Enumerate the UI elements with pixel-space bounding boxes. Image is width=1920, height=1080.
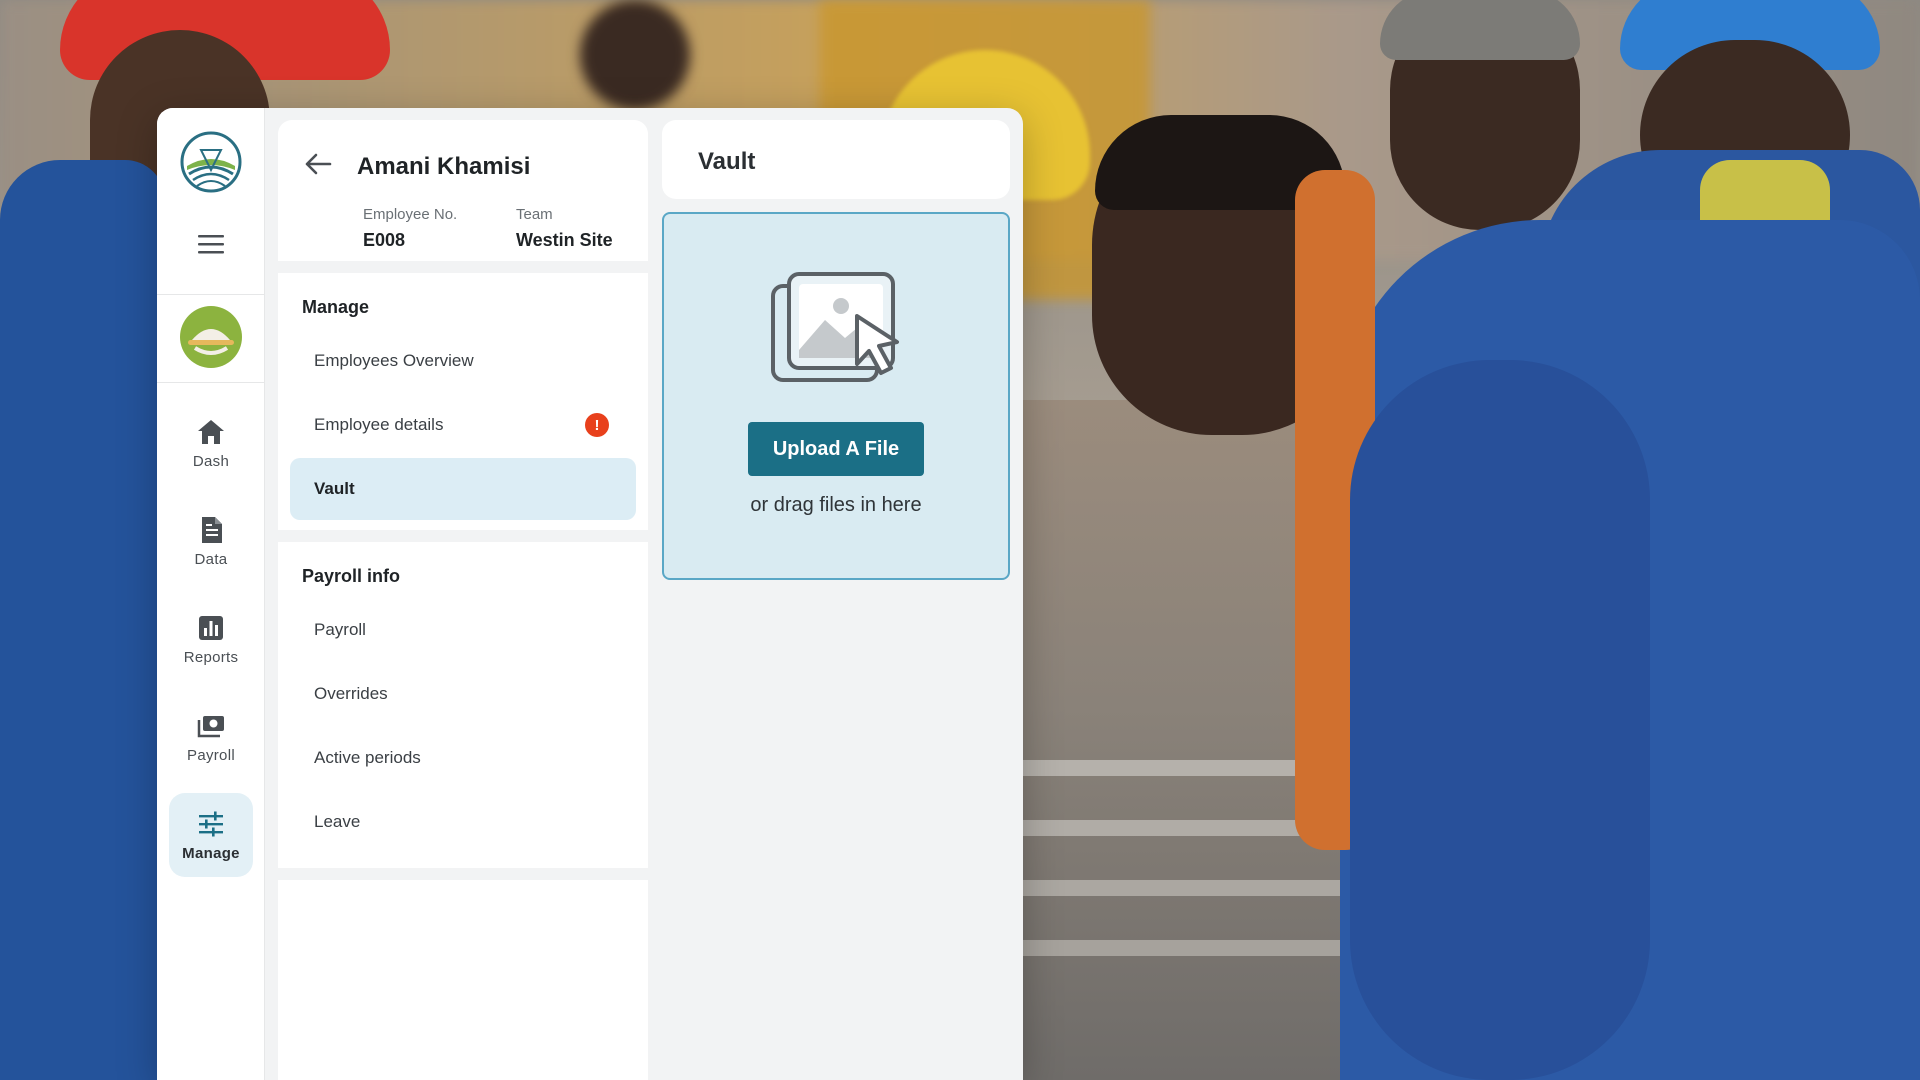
hamburger-icon [198, 235, 224, 254]
cash-icon [197, 715, 224, 737]
menu-item-label: Active periods [314, 748, 421, 767]
menu-item-label: Employees Overview [314, 351, 474, 370]
employee-number: E008 [363, 230, 406, 250]
menu-item-label: Overrides [314, 684, 388, 703]
back-button[interactable] [302, 148, 334, 180]
payroll-info-section: Payroll info Payroll Overrides Active pe… [278, 542, 648, 868]
menu-item-label: Vault [314, 479, 355, 498]
brand-logo [180, 131, 242, 193]
nav-manage-label: Manage [182, 844, 240, 862]
drag-hint: or drag files in here [750, 494, 922, 516]
nav-reports-label: Reports [183, 648, 239, 666]
nav-data[interactable]: Data [169, 499, 253, 583]
organization-avatar[interactable] [180, 306, 242, 368]
employee-header: Amani Khamisi Employee No. E008 Team Wes… [278, 120, 648, 261]
menu-item-active-periods[interactable]: Active periods [290, 727, 636, 789]
upload-image-icon [771, 272, 899, 382]
menu-item-employees-overview[interactable]: Employees Overview [290, 330, 636, 392]
menu-item-leave[interactable]: Leave [290, 791, 636, 853]
nav-rail: Dash Data Reports Payroll Manage [157, 108, 265, 1080]
menu-item-label: Employee details [314, 415, 444, 434]
manage-section: Manage Employees Overview Employee detai… [278, 273, 648, 530]
rail-divider [157, 382, 265, 383]
file-dropzone[interactable]: Upload A File or drag files in here [662, 212, 1010, 580]
menu-item-overrides[interactable]: Overrides [290, 663, 636, 725]
payroll-info-title: Payroll info [302, 566, 401, 586]
upload-file-button[interactable]: Upload A File [748, 422, 924, 476]
hamburger-menu-button[interactable] [193, 226, 229, 262]
menu-item-vault[interactable]: Vault [290, 458, 636, 520]
vault-title: Vault [698, 148, 756, 175]
menu-item-employee-details[interactable]: Employee details ! [290, 394, 636, 456]
menu-item-label: Payroll [314, 620, 366, 639]
employee-panel: Amani Khamisi Employee No. E008 Team Wes… [278, 120, 648, 1080]
nav-payroll-label: Payroll [187, 746, 235, 764]
menu-item-payroll[interactable]: Payroll [290, 599, 636, 661]
nav-reports[interactable]: Reports [169, 597, 253, 681]
employee-name: Amani Khamisi [357, 153, 531, 180]
vault-header: Vault [662, 120, 1010, 199]
app-window: Dash Data Reports Payroll Manage Amani K… [157, 108, 1023, 1080]
team-value: Westin Site [516, 230, 613, 250]
manage-section-title: Manage [302, 297, 370, 317]
panel-filler [278, 880, 648, 1080]
nav-data-label: Data [194, 550, 228, 568]
nav-dash[interactable]: Dash [169, 401, 253, 485]
nav-dash-label: Dash [192, 452, 230, 470]
arrow-left-icon [305, 153, 332, 175]
rail-divider [157, 294, 265, 295]
document-icon [202, 516, 222, 543]
team-label: Team [516, 206, 553, 223]
nav-payroll[interactable]: Payroll [169, 695, 253, 779]
bar-chart-icon [199, 615, 223, 640]
alert-badge: ! [585, 413, 609, 437]
menu-item-label: Leave [314, 812, 361, 831]
nav-manage[interactable]: Manage [169, 793, 253, 877]
employee-number-label: Employee No. [363, 206, 458, 223]
sliders-icon [199, 811, 223, 836]
home-icon [198, 419, 224, 444]
